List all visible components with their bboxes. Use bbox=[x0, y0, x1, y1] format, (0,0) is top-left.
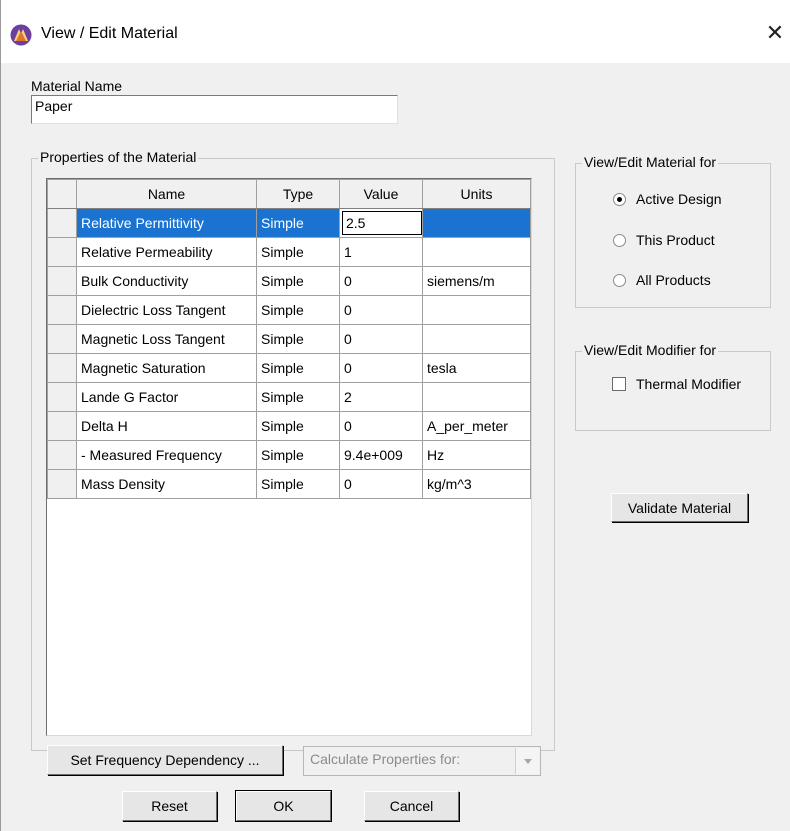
calculate-properties-combo: Calculate Properties for: bbox=[303, 746, 541, 776]
table-row[interactable]: - Measured Frequency Simple 9.4e+009 Hz bbox=[47, 440, 531, 470]
column-header-name[interactable]: Name bbox=[76, 179, 257, 209]
cell-units[interactable] bbox=[422, 237, 531, 267]
cell-name[interactable]: Mass Density bbox=[76, 469, 257, 499]
cell-name[interactable]: Delta H bbox=[76, 411, 257, 441]
row-header[interactable] bbox=[47, 324, 77, 354]
row-header[interactable] bbox=[47, 382, 77, 412]
row-header[interactable] bbox=[47, 353, 77, 383]
properties-grid[interactable]: Name Type Value Units Relative Permittiv… bbox=[46, 178, 532, 736]
cell-name[interactable]: Dielectric Loss Tangent bbox=[76, 295, 257, 325]
title-bar: View / Edit Material ✕ bbox=[1, 0, 790, 63]
cell-name[interactable]: Relative Permittivity bbox=[76, 208, 257, 238]
radio-unchecked-icon[interactable] bbox=[613, 273, 626, 287]
cell-name[interactable]: Lande G Factor bbox=[76, 382, 257, 412]
table-row[interactable]: Magnetic Loss Tangent Simple 0 bbox=[47, 324, 531, 354]
calculate-properties-placeholder: Calculate Properties for: bbox=[310, 751, 461, 767]
cell-name[interactable]: - Measured Frequency bbox=[76, 440, 257, 470]
cell-type[interactable]: Simple bbox=[256, 440, 340, 470]
radio-this-product[interactable]: This Product bbox=[613, 232, 715, 248]
row-header[interactable] bbox=[47, 440, 77, 470]
cell-type[interactable]: Simple bbox=[256, 237, 340, 267]
table-row[interactable]: Relative Permeability Simple 1 bbox=[47, 237, 531, 267]
row-header[interactable] bbox=[47, 295, 77, 325]
cell-value[interactable]: 0 bbox=[339, 469, 423, 499]
value-edit-input[interactable]: 2.5 bbox=[342, 211, 422, 235]
table-header-row: Name Type Value Units bbox=[47, 179, 531, 209]
cell-units[interactable] bbox=[422, 382, 531, 412]
cell-value[interactable]: 1 bbox=[339, 237, 423, 267]
column-header-value[interactable]: Value bbox=[339, 179, 423, 209]
cell-type[interactable]: Simple bbox=[256, 411, 340, 441]
radio-label-active-design: Active Design bbox=[636, 191, 722, 207]
cell-type[interactable]: Simple bbox=[256, 295, 340, 325]
modifier-for-label: View/Edit Modifier for bbox=[582, 342, 719, 358]
row-header[interactable] bbox=[47, 208, 77, 238]
material-dialog: View / Edit Material ✕ Material Name Pap… bbox=[0, 0, 790, 831]
column-header-type[interactable]: Type bbox=[256, 179, 340, 209]
checkbox-unchecked-icon[interactable] bbox=[612, 377, 626, 391]
radio-all-products[interactable]: All Products bbox=[613, 272, 711, 288]
cell-value[interactable]: 0 bbox=[339, 295, 423, 325]
radio-active-design[interactable]: Active Design bbox=[613, 191, 722, 207]
row-header[interactable] bbox=[47, 266, 77, 296]
cell-value[interactable]: 0 bbox=[339, 353, 423, 383]
radio-label-all-products: All Products bbox=[636, 272, 711, 288]
material-name-label: Material Name bbox=[31, 78, 123, 94]
properties-table: Name Type Value Units Relative Permittiv… bbox=[47, 179, 531, 499]
cell-type[interactable]: Simple bbox=[256, 324, 340, 354]
cell-value[interactable]: 9.4e+009 bbox=[339, 440, 423, 470]
cell-name[interactable]: Relative Permeability bbox=[76, 237, 257, 267]
cell-name[interactable]: Magnetic Loss Tangent bbox=[76, 324, 257, 354]
set-frequency-dependency-button[interactable]: Set Frequency Dependency ... bbox=[47, 745, 283, 775]
table-row[interactable]: Dielectric Loss Tangent Simple 0 bbox=[47, 295, 531, 325]
cancel-button[interactable]: Cancel bbox=[364, 791, 459, 821]
cell-units[interactable] bbox=[422, 324, 531, 354]
chevron-down-icon bbox=[515, 748, 539, 774]
cell-type[interactable]: Simple bbox=[256, 208, 340, 238]
cell-type[interactable]: Simple bbox=[256, 382, 340, 412]
material-name-input[interactable]: Paper bbox=[31, 95, 398, 124]
thermal-modifier-checkbox[interactable]: Thermal Modifier bbox=[612, 376, 741, 392]
cell-value[interactable]: 0 bbox=[339, 324, 423, 354]
view-edit-for-label: View/Edit Material for bbox=[582, 154, 719, 170]
cell-value[interactable]: 0 bbox=[339, 266, 423, 296]
cell-value[interactable]: 2.5 bbox=[339, 208, 423, 238]
row-header[interactable] bbox=[47, 411, 77, 441]
cell-type[interactable]: Simple bbox=[256, 266, 340, 296]
cell-units[interactable]: A_per_meter bbox=[422, 411, 531, 441]
cell-units[interactable]: kg/m^3 bbox=[422, 469, 531, 499]
cell-units[interactable]: tesla bbox=[422, 353, 531, 383]
thermal-modifier-label: Thermal Modifier bbox=[636, 376, 742, 392]
properties-group-label: Properties of the Material bbox=[38, 149, 199, 165]
radio-checked-icon[interactable] bbox=[613, 192, 626, 206]
cell-units[interactable] bbox=[422, 208, 531, 238]
cell-units[interactable]: Hz bbox=[422, 440, 531, 470]
radio-unchecked-icon[interactable] bbox=[613, 233, 626, 247]
column-header-units[interactable]: Units bbox=[422, 179, 531, 209]
ok-button[interactable]: OK bbox=[235, 790, 332, 822]
table-row[interactable]: Relative Permittivity Simple 2.5 bbox=[47, 208, 531, 238]
reset-button[interactable]: Reset bbox=[122, 791, 217, 821]
close-icon[interactable]: ✕ bbox=[761, 19, 789, 47]
table-row[interactable]: Bulk Conductivity Simple 0 siemens/m bbox=[47, 266, 531, 296]
cell-type[interactable]: Simple bbox=[256, 469, 340, 499]
cell-units[interactable]: siemens/m bbox=[422, 266, 531, 296]
validate-material-button[interactable]: Validate Material bbox=[611, 493, 748, 522]
table-row[interactable]: Delta H Simple 0 A_per_meter bbox=[47, 411, 531, 441]
cell-units[interactable] bbox=[422, 295, 531, 325]
cell-type[interactable]: Simple bbox=[256, 353, 340, 383]
ansys-logo-icon bbox=[10, 24, 32, 46]
window-title: View / Edit Material bbox=[41, 25, 178, 42]
radio-label-this-product: This Product bbox=[636, 232, 715, 248]
cell-name[interactable]: Bulk Conductivity bbox=[76, 266, 257, 296]
row-header[interactable] bbox=[47, 469, 77, 499]
row-header[interactable] bbox=[47, 237, 77, 267]
table-row[interactable]: Magnetic Saturation Simple 0 tesla bbox=[47, 353, 531, 383]
table-row[interactable]: Mass Density Simple 0 kg/m^3 bbox=[47, 469, 531, 499]
cell-value[interactable]: 0 bbox=[339, 411, 423, 441]
cell-value[interactable]: 2 bbox=[339, 382, 423, 412]
corner-header-cell bbox=[47, 179, 77, 209]
table-row[interactable]: Lande G Factor Simple 2 bbox=[47, 382, 531, 412]
cell-name[interactable]: Magnetic Saturation bbox=[76, 353, 257, 383]
